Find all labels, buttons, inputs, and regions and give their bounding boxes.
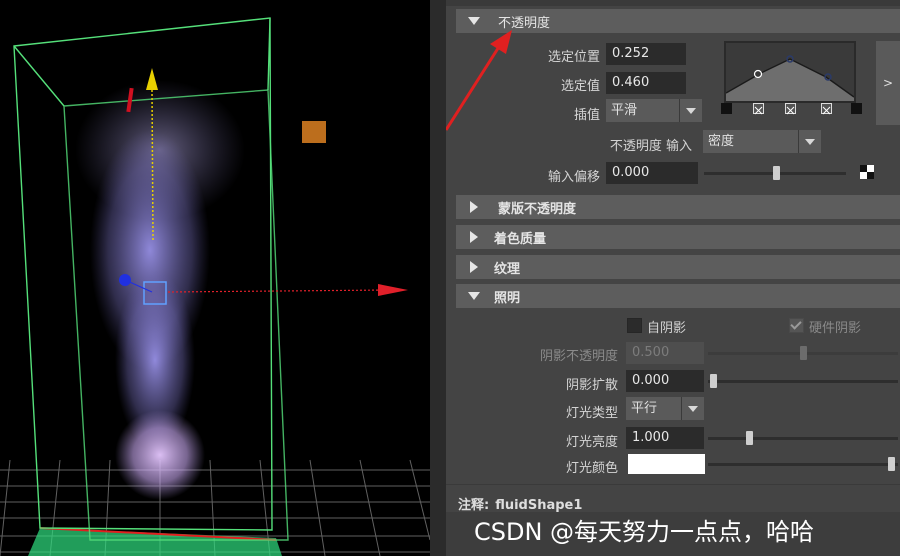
- x-icon: [786, 106, 795, 115]
- chevron-down-icon: [798, 130, 821, 153]
- checkmark-icon: [790, 318, 802, 330]
- shadow-diffusion-field[interactable]: 0.000: [626, 370, 704, 392]
- section-title: 纹理: [494, 262, 521, 277]
- opacity-input-dropdown[interactable]: 密度: [703, 130, 821, 153]
- expand-right-icon: [470, 231, 478, 243]
- ramp-point-selected: [753, 69, 763, 79]
- light-brightness-label: 灯光亮度: [565, 435, 618, 450]
- chevron-down-icon: [681, 397, 704, 420]
- light-color-swatch[interactable]: [628, 454, 705, 474]
- opacity-input-value: 密度: [708, 134, 735, 149]
- expand-right-icon: [470, 261, 478, 273]
- attribute-editor: 不透明度 选定位置 0.252 选定值 0.460 插值 平滑 > 不透明度 输…: [446, 0, 900, 556]
- light-color-label: 灯光颜色: [565, 461, 618, 476]
- x-icon: [754, 106, 763, 115]
- shadow-diffusion-slider[interactable]: [708, 380, 898, 383]
- opacity-input-label: 不透明度 输入: [609, 139, 692, 154]
- light-type-label: 灯光类型: [565, 406, 618, 421]
- ramp-handle[interactable]: [851, 103, 862, 114]
- expand-down-icon: [468, 17, 480, 25]
- expand-down-icon: [468, 292, 480, 300]
- selected-value-label: 选定值: [560, 79, 600, 94]
- ramp-handle-selected[interactable]: [753, 103, 764, 115]
- light-brightness-slider[interactable]: [708, 437, 898, 440]
- 3d-viewport[interactable]: [0, 0, 430, 556]
- shadow-diffusion-slider-thumb[interactable]: [710, 374, 717, 388]
- fluid-plume-bottom: [115, 410, 205, 500]
- input-bias-slider-thumb[interactable]: [773, 166, 780, 180]
- input-bias-field[interactable]: 0.000: [606, 162, 698, 184]
- separator: [446, 484, 900, 485]
- light-type-value: 平行: [631, 401, 658, 416]
- ramp-expand-button[interactable]: >: [876, 41, 900, 125]
- section-header-shading-quality[interactable]: 着色质量: [456, 225, 900, 249]
- notes-label: 注释:: [458, 498, 490, 513]
- hardware-shadow-checkbox[interactable]: [789, 318, 804, 333]
- self-shadow-checkbox[interactable]: [627, 318, 642, 333]
- notes-row: 注释: fluidShape1: [458, 494, 582, 513]
- interpolation-label: 插值: [573, 108, 600, 123]
- section-header-lighting[interactable]: 照明: [456, 284, 900, 308]
- watermark: CSDN @每天努力一点点，哈哈: [474, 518, 815, 546]
- light-color-slider[interactable]: [708, 463, 898, 466]
- interpolation-dropdown[interactable]: 平滑: [606, 99, 702, 122]
- ramp-curve: [725, 55, 855, 101]
- notes-shape-name: fluidShape1: [495, 498, 583, 513]
- section-title: 着色质量: [494, 232, 547, 247]
- shadow-opacity-slider-thumb[interactable]: [800, 346, 807, 360]
- hardware-shadow-label: 硬件阴影: [809, 321, 862, 336]
- input-bias-label: 输入偏移: [547, 170, 600, 185]
- light-brightness-field[interactable]: 1.000: [626, 427, 704, 449]
- light-type-dropdown[interactable]: 平行: [626, 397, 704, 420]
- shadow-opacity-field[interactable]: 0.500: [626, 342, 704, 364]
- light-color-slider-thumb[interactable]: [888, 457, 895, 471]
- section-header-matte-opacity[interactable]: 蒙版不透明度: [456, 195, 900, 219]
- shadow-opacity-label: 阴影不透明度: [539, 349, 618, 364]
- expand-right-icon: [470, 201, 478, 213]
- panel-top-strip: [446, 0, 900, 6]
- selected-position-label: 选定位置: [547, 50, 600, 65]
- section-header-texture[interactable]: 纹理: [456, 255, 900, 279]
- selected-value-field[interactable]: 0.460: [606, 72, 686, 94]
- ramp-handle[interactable]: [821, 103, 832, 115]
- panel-divider[interactable]: [430, 0, 446, 556]
- ramp-handle[interactable]: [721, 103, 732, 114]
- chevron-down-icon: [679, 99, 702, 122]
- section-title: 蒙版不透明度: [498, 202, 577, 217]
- x-icon: [822, 106, 831, 115]
- opacity-ramp-graph[interactable]: [724, 41, 856, 103]
- section-title: 照明: [494, 291, 521, 306]
- self-shadow-label: 自阴影: [647, 321, 687, 336]
- interpolation-value: 平滑: [611, 103, 638, 118]
- ramp-handle[interactable]: [785, 103, 796, 115]
- light-locator: [302, 121, 326, 143]
- viewport-scene: [0, 17, 430, 556]
- section-title: 不透明度: [498, 16, 551, 31]
- map-button-icon[interactable]: [860, 165, 874, 179]
- selected-position-field[interactable]: 0.252: [606, 43, 686, 65]
- light-brightness-slider-thumb[interactable]: [746, 431, 753, 445]
- emitter-base: [28, 528, 282, 556]
- annotation-arrow: [446, 30, 512, 131]
- shadow-diffusion-label: 阴影扩散: [565, 378, 618, 393]
